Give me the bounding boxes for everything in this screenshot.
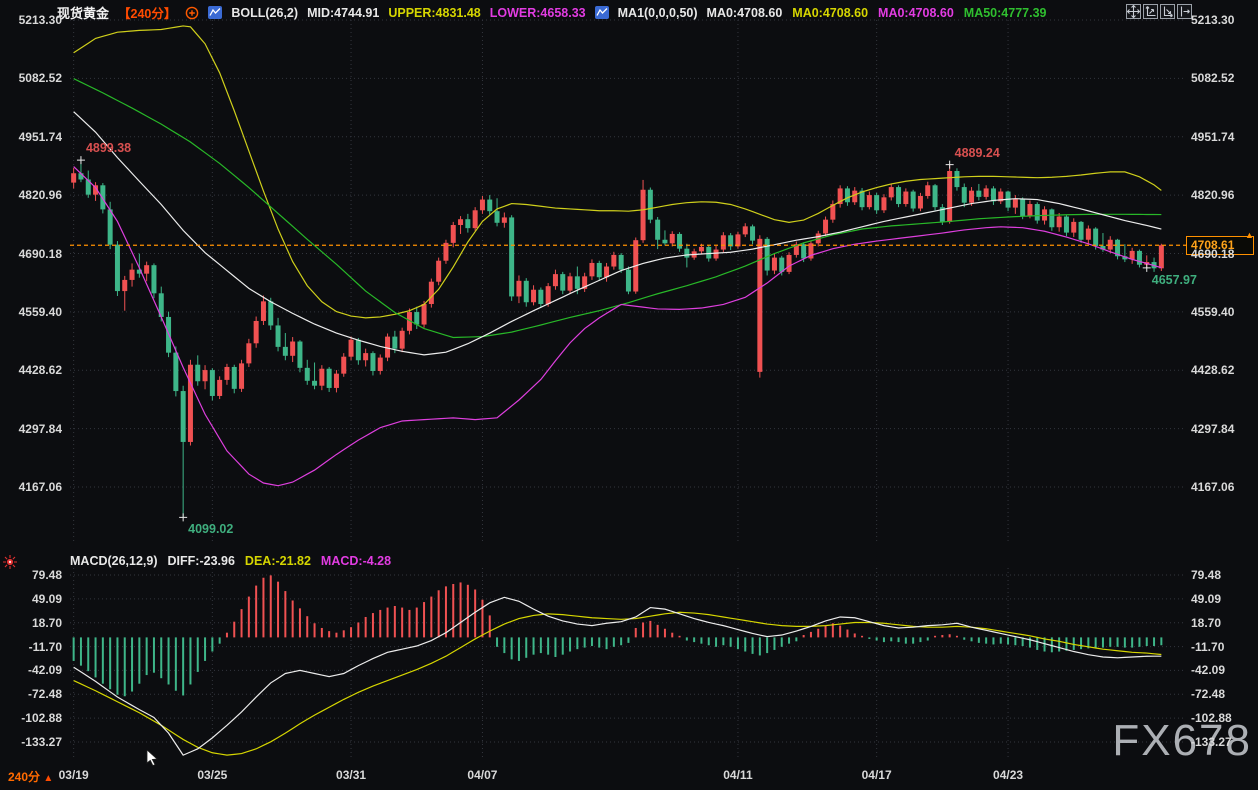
macd-y-axis-label-right: 79.48	[1191, 568, 1221, 582]
boll-upper-value: UPPER:4831.48	[388, 6, 480, 20]
macd-y-axis-label-right: -72.48	[1191, 687, 1225, 701]
macd-macd-value: MACD:-4.28	[321, 554, 391, 568]
main-y-axis-label-right: 4167.06	[1191, 480, 1234, 494]
low-price-annotation: 4099.02	[188, 522, 233, 536]
x-axis-label: 03/31	[336, 768, 366, 782]
macd-y-axis-label: -133.27	[2, 735, 62, 749]
boll-upper-line	[74, 26, 1162, 318]
footer-timeframe-label[interactable]: 240分	[8, 770, 40, 784]
x-axis-label: 04/11	[723, 768, 752, 782]
chart-toolbar	[1126, 4, 1192, 19]
main-y-axis-label-right: 5082.52	[1191, 71, 1234, 85]
macd-y-axis-label: -102.88	[2, 711, 62, 725]
price-up-arrow-icon: ▲	[1245, 228, 1254, 242]
main-y-axis-label: 4167.06	[2, 480, 62, 494]
main-y-axis-label: 4951.74	[2, 130, 62, 144]
x-axis-scale-icon[interactable]	[1160, 4, 1175, 19]
boll-mid-value: MID:4744.91	[307, 6, 379, 20]
x-axis-label: 04/23	[993, 768, 1023, 782]
mouse-cursor	[146, 750, 160, 771]
main-y-axis-label-right: 4297.84	[1191, 422, 1234, 436]
extreme-cross-marker	[77, 156, 85, 164]
main-y-axis-label: 4820.96	[2, 188, 62, 202]
chart-window: 现货黄金 【240分】 BOLL(26,2) MID:4744.91 UPPER…	[0, 0, 1258, 790]
ma-indicator-icon[interactable]	[595, 6, 609, 19]
macd-y-axis-label-right: -102.88	[1191, 711, 1232, 725]
footer-up-triangle-icon: ▲	[43, 773, 53, 784]
main-y-axis-label: 5213.30	[2, 13, 62, 27]
macd-y-axis-label: 79.48	[2, 568, 62, 582]
macd-y-axis-label: -72.48	[2, 687, 62, 701]
legend-ma-value: MA0:4708.60	[878, 6, 954, 20]
boll-lower-line	[74, 167, 1162, 486]
macd-y-axis-label: 49.09	[2, 592, 62, 606]
x-axis-label: 04/17	[862, 768, 892, 782]
main-y-axis-label-right: 4951.74	[1191, 130, 1234, 144]
macd-legend: MACD(26,12,9) DIFF:-23.96 DEA:-21.82 MAC…	[70, 554, 391, 568]
main-y-axis-label: 4428.62	[2, 363, 62, 377]
x-axis-label: 03/25	[197, 768, 227, 782]
main-y-axis-label-right: 4690.18	[1191, 247, 1234, 261]
high-price-annotation: 4899.38	[86, 141, 131, 155]
diff-line	[74, 597, 1162, 755]
main-y-axis-label-right: 4820.96	[1191, 188, 1234, 202]
add-indicator-icon[interactable]	[185, 6, 199, 20]
boll-label: BOLL(26,2)	[231, 6, 298, 20]
macd-y-axis-label-right: -42.09	[1191, 663, 1225, 677]
main-y-axis-label: 4559.40	[2, 305, 62, 319]
candles-layer	[71, 160, 1164, 517]
macd-y-axis-label-right: -133.27	[1191, 735, 1232, 749]
extreme-cross-marker	[1143, 264, 1151, 272]
main-y-axis-label-right: 4428.62	[1191, 363, 1234, 377]
boll-indicator-icon[interactable]	[208, 6, 222, 19]
macd-label: MACD(26,12,9)	[70, 554, 158, 568]
dea-line	[74, 612, 1162, 755]
crosshair-icon[interactable]	[1126, 4, 1141, 19]
low-price-annotation: 4657.97	[1152, 273, 1197, 287]
high-price-annotation: 4889.24	[955, 146, 1000, 160]
macd-y-axis-label: -11.70	[2, 640, 62, 654]
macd-y-axis-label: -42.09	[2, 663, 62, 677]
footer-timeframe[interactable]: 240分 ▲	[8, 768, 53, 785]
macd-diff-value: DIFF:-23.96	[168, 554, 235, 568]
macd-y-axis-label-right: -11.70	[1191, 640, 1224, 654]
main-y-axis-label-right: 4559.40	[1191, 305, 1234, 319]
x-axis-label: 03/19	[59, 768, 89, 782]
extreme-cross-marker	[946, 161, 954, 169]
x-axis-label: 04/07	[467, 768, 497, 782]
macd-histogram-layer	[74, 575, 1162, 696]
boll-lower-value: LOWER:4658.33	[490, 6, 586, 20]
main-y-axis-label: 4297.84	[2, 422, 62, 436]
legend-ma-value: MA50:4777.39	[964, 6, 1047, 20]
macd-y-axis-label: 18.70	[2, 616, 62, 630]
legend-ma-value: MA0:4708.60	[707, 6, 783, 20]
ma-label: MA1(0,0,0,50)	[618, 6, 698, 20]
main-y-axis-label: 5082.52	[2, 71, 62, 85]
main-y-axis-label: 4690.18	[2, 247, 62, 261]
pan-right-icon[interactable]	[1177, 4, 1192, 19]
extreme-cross-marker	[179, 513, 187, 521]
chart-legend: 现货黄金 【240分】 BOLL(26,2) MID:4744.91 UPPER…	[57, 3, 1046, 22]
ma-values: MA0:4708.60 MA0:4708.60 MA0:4708.60 MA50:47…	[707, 6, 1047, 20]
legend-ma-value: MA0:4708.60	[792, 6, 868, 20]
macd-y-axis-label-right: 49.09	[1191, 592, 1221, 606]
macd-y-axis-label-right: 18.70	[1191, 616, 1221, 630]
main-y-axis-label-right: 5213.30	[1191, 13, 1234, 27]
y-axis-scale-icon[interactable]	[1143, 4, 1158, 19]
candlestick-and-macd-chart[interactable]	[0, 0, 1258, 790]
macd-dea-value: DEA:-21.82	[245, 554, 311, 568]
timeframe-label[interactable]: 【240分】	[118, 3, 176, 22]
symbol-name: 现货黄金	[57, 3, 109, 22]
